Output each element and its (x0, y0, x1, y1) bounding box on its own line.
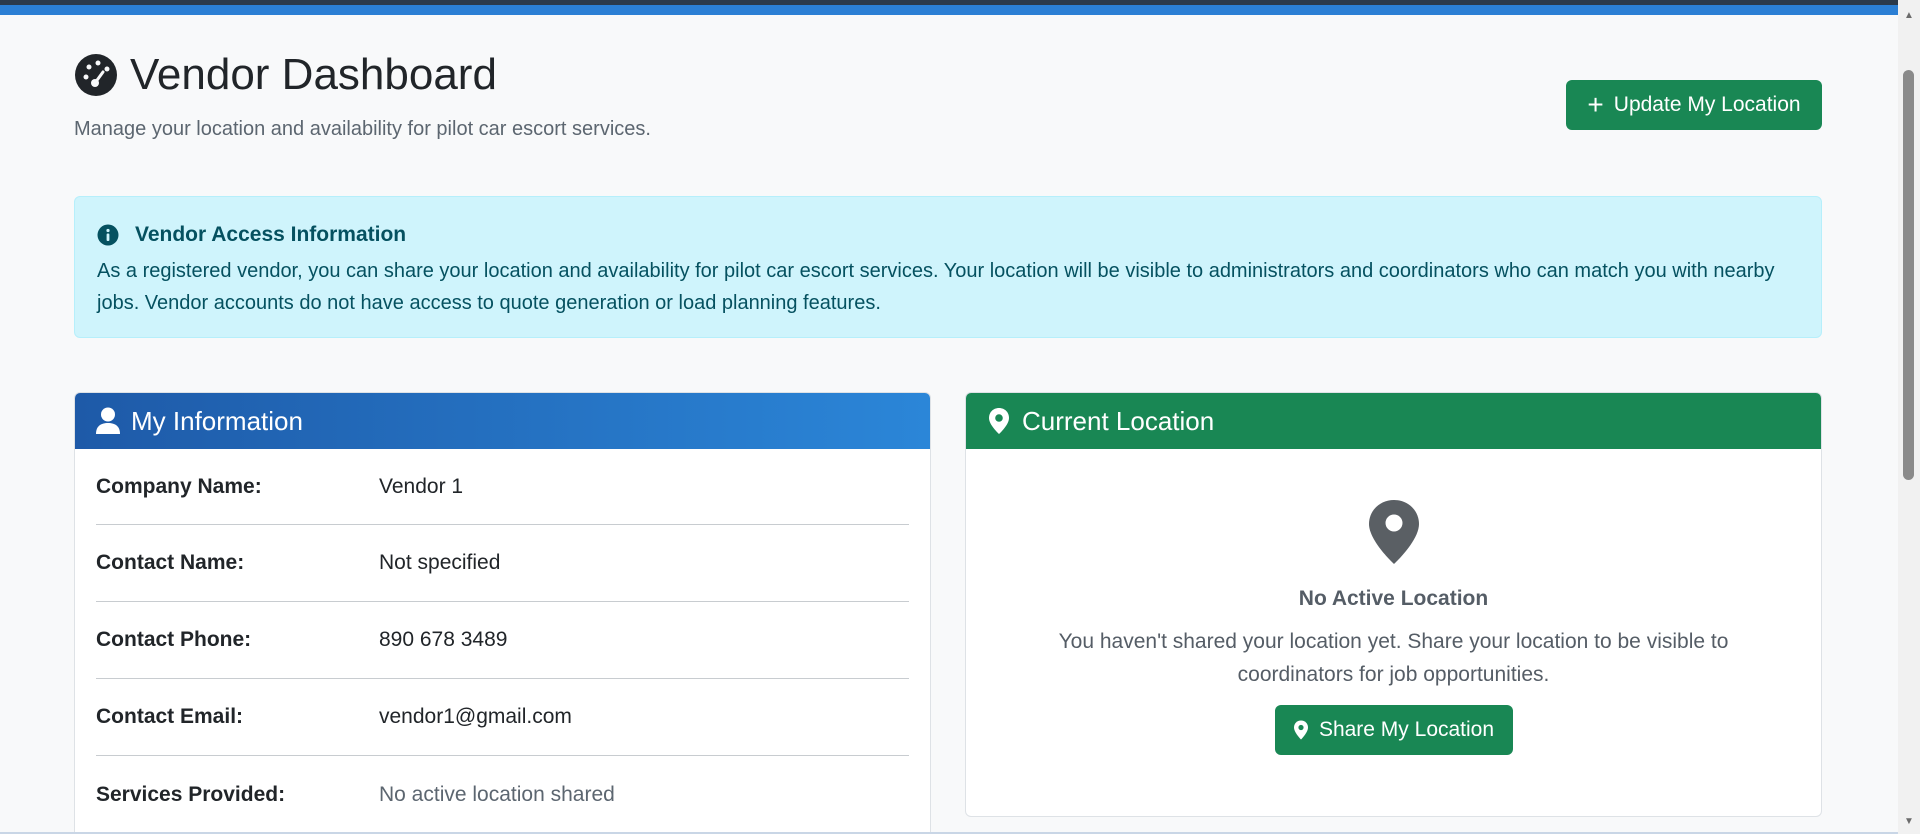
map-pin-icon (1293, 720, 1308, 740)
location-empty-state: No Active Location You haven't shared yo… (966, 449, 1821, 755)
info-label: Company Name: (96, 474, 262, 498)
map-pin-icon (989, 408, 1009, 434)
info-row-services: Services Provided: No active location sh… (96, 756, 909, 833)
info-label: Contact Phone: (96, 628, 252, 651)
title-row: Vendor Dashboard (74, 48, 1822, 102)
my-information-card: My Information Company Name: Vendor 1 Co… (74, 392, 931, 834)
user-icon (96, 407, 120, 434)
share-location-button[interactable]: Share My Location (1274, 705, 1513, 755)
contact-name-value: Not specified (379, 551, 501, 574)
vendor-access-alert: Vendor Access Information As a registere… (74, 196, 1822, 338)
services-provided-value: No active location shared (379, 782, 615, 806)
information-list: Company Name: Vendor 1 Contact Name: Not… (75, 449, 930, 833)
info-label: Contact Email: (96, 705, 244, 728)
update-location-button[interactable]: + Update My Location (1566, 80, 1822, 130)
app-top-bar (0, 5, 1898, 15)
info-row-contact-email: Contact Email: vendor1@gmail.com (96, 679, 909, 756)
scroll-up-arrow-icon[interactable]: ▲ (1898, 6, 1920, 24)
scroll-down-arrow-icon[interactable]: ▼ (1898, 812, 1920, 830)
scroll-thumb[interactable] (1903, 70, 1914, 480)
tachometer-icon (75, 54, 117, 96)
update-location-label: Update My Location (1613, 93, 1801, 116)
no-location-text: You haven't shared your location yet. Sh… (1058, 630, 1729, 686)
current-location-header: Current Location (966, 393, 1821, 449)
page-subtitle: Manage your location and availability fo… (74, 118, 651, 140)
alert-body: As a registered vendor, you can share yo… (97, 260, 1775, 314)
plus-icon: + (1587, 89, 1604, 120)
info-row-company: Company Name: Vendor 1 (96, 449, 909, 525)
share-location-label: Share My Location (1318, 718, 1495, 741)
info-label: Services Provided: (96, 782, 286, 806)
info-row-contact-phone: Contact Phone: 890 678 3489 (96, 602, 909, 679)
alert-title: Vendor Access Information (135, 223, 407, 246)
no-location-title: No Active Location (1298, 587, 1489, 610)
contact-phone-value: 890 678 3489 (379, 628, 508, 651)
vertical-scrollbar[interactable]: ▲ ▼ (1898, 0, 1920, 834)
my-information-header: My Information (75, 393, 930, 449)
current-location-title: Current Location (1022, 405, 1215, 436)
contact-email-value: vendor1@gmail.com (379, 705, 572, 728)
page-header: Vendor Dashboard Manage your location an… (74, 48, 1822, 148)
info-label: Contact Name: (96, 551, 245, 574)
info-row-contact-name: Contact Name: Not specified (96, 525, 909, 602)
alert-header: Vendor Access Information (97, 223, 1799, 247)
page-title: Vendor Dashboard (130, 50, 497, 99)
map-pin-icon (1368, 500, 1419, 564)
info-circle-icon (97, 224, 119, 246)
my-information-title: My Information (131, 405, 303, 436)
company-name-value: Vendor 1 (379, 474, 464, 498)
current-location-card: Current Location No Active Location You … (965, 392, 1822, 817)
